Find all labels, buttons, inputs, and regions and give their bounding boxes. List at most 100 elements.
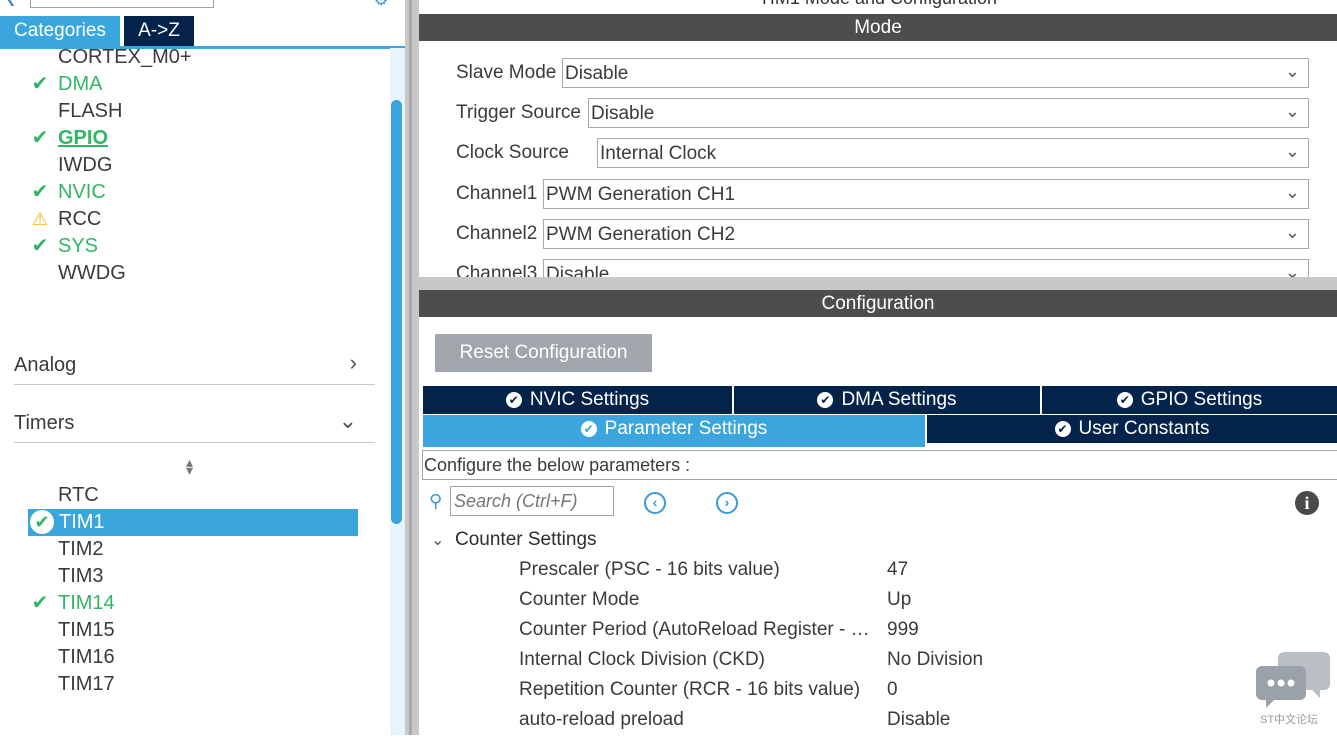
select-value: Disable: [546, 264, 610, 277]
tree-item-label: IWDG: [58, 154, 113, 176]
sort-updown-icon[interactable]: ▴ ▾: [186, 455, 193, 477]
mode-label: Channel3: [456, 263, 538, 277]
tab-gpio-settings[interactable]: ✔ GPIO Settings: [1042, 386, 1337, 414]
channel2-select[interactable]: PWM Generation CH2 ⌄: [543, 219, 1309, 249]
tree-item-label: TIM2: [58, 538, 104, 560]
panel-title: TIM1 Mode and Configuration: [419, 0, 1337, 9]
info-icon[interactable]: i: [1295, 491, 1319, 515]
param-value[interactable]: Disable: [887, 709, 950, 731]
mode-label: Clock Source: [456, 142, 569, 163]
param-row-counter-mode[interactable]: Counter Mode Up: [519, 589, 1219, 619]
chevron-down-icon: ⌄: [1284, 101, 1300, 121]
tree-item-tim1[interactable]: ✔ TIM1: [28, 509, 358, 536]
param-name: Repetition Counter (RCR - 16 bits value): [519, 679, 861, 700]
tree-item-label: DMA: [58, 73, 103, 95]
check-icon: ✔: [31, 592, 49, 614]
left-panel: ❮ ⚙ Categories A->Z CORTEX_M0+ ✔ DMA FLA…: [0, 0, 405, 735]
check-circle-icon: ✔: [580, 421, 597, 437]
mode-splitter[interactable]: [419, 277, 1337, 290]
chevron-down-icon: ⌄: [1284, 141, 1300, 161]
check-icon: ✔: [31, 127, 49, 149]
tab-parameter-settings[interactable]: ✔ Parameter Settings: [423, 415, 925, 447]
mode-label: Slave Mode: [456, 62, 557, 83]
tab-label: Parameter Settings: [604, 418, 768, 439]
left-scrollbar-thumb[interactable]: [391, 100, 402, 524]
channel3-select[interactable]: Disable ⌄: [543, 259, 1309, 277]
tree-item-label: TIM17: [58, 673, 115, 695]
right-panel: TIM1 Mode and Configuration Mode Slave M…: [419, 0, 1337, 735]
select-value: Disable: [591, 103, 655, 124]
tab-nvic-settings[interactable]: ✔ NVIC Settings: [423, 386, 732, 414]
param-value[interactable]: Up: [887, 589, 911, 611]
check-circle-icon: ✔: [1054, 421, 1071, 437]
counter-settings-group[interactable]: ⌄ Counter Settings: [431, 529, 597, 551]
mode-row-channel2: Channel2 PWM Generation CH2 ⌄: [456, 219, 1311, 249]
chevron-down-icon: ⌄: [1284, 182, 1300, 202]
tree-item-label: WWDG: [58, 262, 126, 284]
section-analog[interactable]: Analog ›: [14, 344, 375, 385]
config-description: Configure the below parameters :: [422, 450, 1337, 480]
parameter-search-input[interactable]: [450, 486, 614, 516]
tree-item-label: RTC: [58, 484, 99, 506]
mode-row-clock-source: Clock Source Internal Clock ⌄: [456, 138, 1311, 168]
description-text: Configure the below parameters :: [424, 455, 691, 475]
tab-a-z[interactable]: A->Z: [124, 16, 194, 46]
mode-section: Slave Mode Disable ⌄ Trigger Source Disa…: [419, 41, 1337, 277]
tab-categories[interactable]: Categories: [0, 16, 120, 46]
category-search-input[interactable]: [30, 0, 214, 8]
section-label: Timers: [14, 412, 75, 434]
chevron-down-icon: ⌄: [1284, 61, 1300, 81]
tree-item-label: RCC: [58, 208, 102, 230]
param-name: Prescaler (PSC - 16 bits value): [519, 559, 780, 580]
gear-icon[interactable]: ⚙: [374, 0, 390, 9]
param-row-clock-division[interactable]: Internal Clock Division (CKD) No Divisio…: [519, 649, 1219, 679]
param-value[interactable]: No Division: [887, 649, 983, 671]
chevron-down-icon: ⌄: [1284, 222, 1300, 242]
tree-item-label: FLASH: [58, 100, 123, 122]
param-row-prescaler[interactable]: Prescaler (PSC - 16 bits value) 47: [519, 559, 1219, 589]
chevron-down-icon: ⌄: [1284, 262, 1300, 277]
param-row-repetition-counter[interactable]: Repetition Counter (RCR - 16 bits value)…: [519, 679, 1219, 709]
check-circle-icon: ✔: [817, 392, 834, 408]
check-icon: ✔: [31, 73, 49, 95]
tab-user-constants[interactable]: ✔ User Constants: [927, 415, 1337, 443]
param-value[interactable]: 47: [887, 559, 908, 581]
mode-label: Channel2: [456, 223, 538, 244]
mode-row-channel3: Channel3 Disable ⌄: [456, 259, 1311, 277]
back-arrow-icon[interactable]: ❮: [6, 0, 16, 6]
next-match-icon[interactable]: ›: [716, 492, 738, 514]
tree-item-label: TIM14: [58, 592, 115, 614]
panel-splitter[interactable]: [405, 0, 419, 735]
param-row-counter-period[interactable]: Counter Period (AutoReload Register - 16…: [519, 619, 1219, 649]
tab-dma-settings[interactable]: ✔ DMA Settings: [734, 386, 1040, 414]
section-label: Analog: [14, 354, 77, 376]
watermark-text: ST中文论坛: [1260, 714, 1319, 726]
mode-header: Mode: [419, 14, 1337, 41]
search-icon: ⚲: [429, 491, 443, 511]
param-name: auto-reload preload: [519, 709, 684, 730]
chat-bubbles-icon: [1256, 652, 1330, 708]
tree-item-label: TIM15: [58, 619, 115, 641]
check-circle-icon: ✔: [505, 392, 522, 408]
select-value: PWM Generation CH2: [546, 224, 736, 245]
mode-row-slave-mode: Slave Mode Disable ⌄: [456, 58, 1311, 88]
tree-item-label: TIM3: [58, 565, 104, 587]
previous-match-icon[interactable]: ‹: [644, 492, 666, 514]
mode-row-trigger-source: Trigger Source Disable ⌄: [456, 98, 1311, 128]
check-icon: ✔: [31, 181, 49, 203]
section-timers[interactable]: Timers ⌄: [14, 402, 375, 443]
param-value[interactable]: 0: [887, 679, 898, 701]
channel1-select[interactable]: PWM Generation CH1 ⌄: [543, 179, 1309, 209]
check-icon: ✔: [31, 235, 49, 257]
chevron-down-icon: ⌄: [431, 532, 445, 549]
tab-label: User Constants: [1078, 418, 1210, 439]
reset-configuration-button[interactable]: Reset Configuration: [435, 334, 652, 372]
param-value[interactable]: 999: [887, 619, 919, 641]
mode-label: Trigger Source: [456, 102, 581, 123]
mode-row-channel1: Channel1 PWM Generation CH1 ⌄: [456, 179, 1311, 209]
slave-mode-select[interactable]: Disable ⌄: [562, 58, 1309, 88]
clock-source-select[interactable]: Internal Clock ⌄: [597, 138, 1309, 168]
trigger-source-select[interactable]: Disable ⌄: [588, 98, 1309, 128]
tree-item-label: CORTEX_M0+: [58, 46, 192, 68]
tree-item-label: GPIO: [58, 127, 109, 149]
